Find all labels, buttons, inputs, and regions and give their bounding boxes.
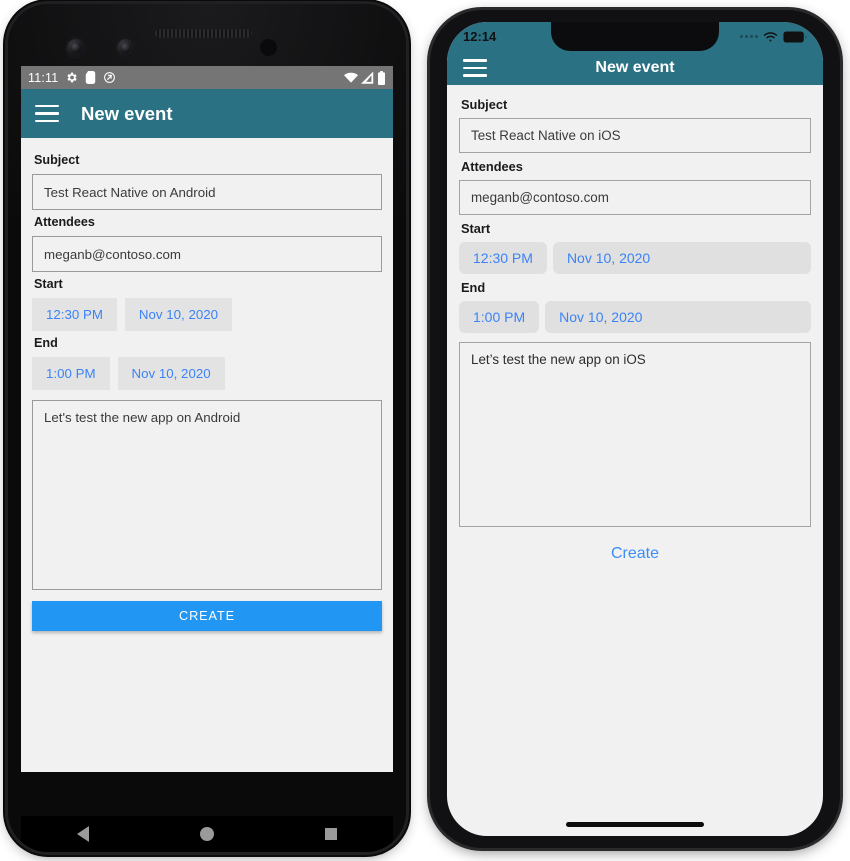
- hamburger-menu-icon[interactable]: [463, 58, 487, 78]
- android-screen: 11:11 New event Subject Test React Nativ…: [21, 66, 393, 772]
- settings-gear-icon: [65, 71, 78, 84]
- start-datetime-row: 12:30 PM Nov 10, 2020: [459, 242, 811, 274]
- hamburger-menu-icon[interactable]: [35, 104, 59, 123]
- sync-icon: [103, 71, 116, 84]
- back-triangle-icon[interactable]: [76, 826, 89, 842]
- end-label: End: [34, 336, 58, 350]
- ios-nav-bar: New event: [447, 51, 823, 85]
- attendees-input[interactable]: meganb@contoso.com: [32, 236, 382, 272]
- proximity-sensor-icon: [260, 39, 277, 56]
- ios-event-form: Subject Test React Native on iOS Attende…: [447, 85, 823, 563]
- status-bar-right-icons: [740, 30, 807, 43]
- status-bar-time: 12:14: [463, 29, 497, 44]
- cellular-signal-icon: [361, 71, 374, 84]
- start-datetime-row: 12:30 PM Nov 10, 2020: [32, 298, 382, 331]
- cellular-dots-icon: [740, 35, 758, 38]
- android-navigation-bar: [21, 816, 393, 852]
- subject-input[interactable]: Test React Native on iOS: [459, 118, 811, 153]
- body-textarea[interactable]: Let’s test the new app on iOS: [459, 342, 811, 527]
- body-textarea[interactable]: Let's test the new app on Android: [32, 400, 382, 590]
- end-label: End: [461, 280, 486, 295]
- wifi-icon: [763, 31, 778, 43]
- start-date-chip[interactable]: Nov 10, 2020: [124, 298, 233, 331]
- end-time-chip[interactable]: 1:00 PM: [32, 357, 110, 390]
- ios-header: 12:14 New event: [447, 22, 823, 85]
- end-datetime-row: 1:00 PM Nov 10, 2020: [459, 301, 811, 333]
- end-datetime-row: 1:00 PM Nov 10, 2020: [32, 357, 382, 390]
- page-title: New event: [595, 59, 675, 76]
- sd-card-icon: [85, 71, 96, 84]
- ios-device-frame: 12:14 New event Subject Test React Nativ…: [430, 10, 840, 848]
- start-time-chip[interactable]: 12:30 PM: [32, 298, 117, 331]
- ios-screen: 12:14 New event Subject Test React Nativ…: [447, 22, 823, 836]
- create-button[interactable]: CREATE: [32, 601, 382, 631]
- front-camera-secondary-icon: [115, 37, 137, 59]
- status-bar-left-icons: [65, 71, 116, 84]
- battery-icon: [783, 30, 807, 43]
- subject-label: Subject: [461, 97, 508, 112]
- android-event-form: Subject Test React Native on Android Att…: [21, 138, 393, 631]
- end-date-chip[interactable]: Nov 10, 2020: [117, 357, 225, 390]
- end-date-chip[interactable]: Nov 10, 2020: [545, 301, 811, 333]
- start-date-chip[interactable]: Nov 10, 2020: [552, 242, 811, 274]
- subject-input[interactable]: Test React Native on Android: [32, 174, 382, 210]
- earpiece-speaker-grille: [155, 29, 252, 38]
- attendees-input[interactable]: meganb@contoso.com: [459, 180, 811, 215]
- start-label: Start: [34, 277, 63, 291]
- ios-status-bar: 12:14: [447, 22, 823, 51]
- home-circle-icon[interactable]: [199, 827, 214, 841]
- start-label: Start: [461, 221, 491, 236]
- front-camera-icon: [65, 37, 87, 59]
- status-bar-right-icons: [344, 70, 386, 85]
- comparison-screenshot: 11:11 New event Subject Test React Nativ…: [0, 0, 850, 861]
- create-button[interactable]: Create: [459, 545, 811, 563]
- android-app-bar: New event: [21, 89, 393, 138]
- wifi-icon: [344, 72, 358, 84]
- start-time-chip[interactable]: 12:30 PM: [459, 242, 547, 274]
- android-status-bar: 11:11: [21, 66, 393, 89]
- end-time-chip[interactable]: 1:00 PM: [459, 301, 540, 333]
- home-indicator[interactable]: [566, 822, 704, 827]
- status-bar-time: 11:11: [28, 70, 59, 85]
- subject-label: Subject: [34, 153, 80, 167]
- attendees-label: Attendees: [34, 215, 95, 229]
- attendees-label: Attendees: [461, 159, 523, 174]
- battery-icon: [377, 70, 386, 85]
- page-title: New event: [81, 102, 173, 124]
- android-device-frame: 11:11 New event Subject Test React Nativ…: [8, 4, 406, 852]
- recents-square-icon[interactable]: [325, 828, 338, 840]
